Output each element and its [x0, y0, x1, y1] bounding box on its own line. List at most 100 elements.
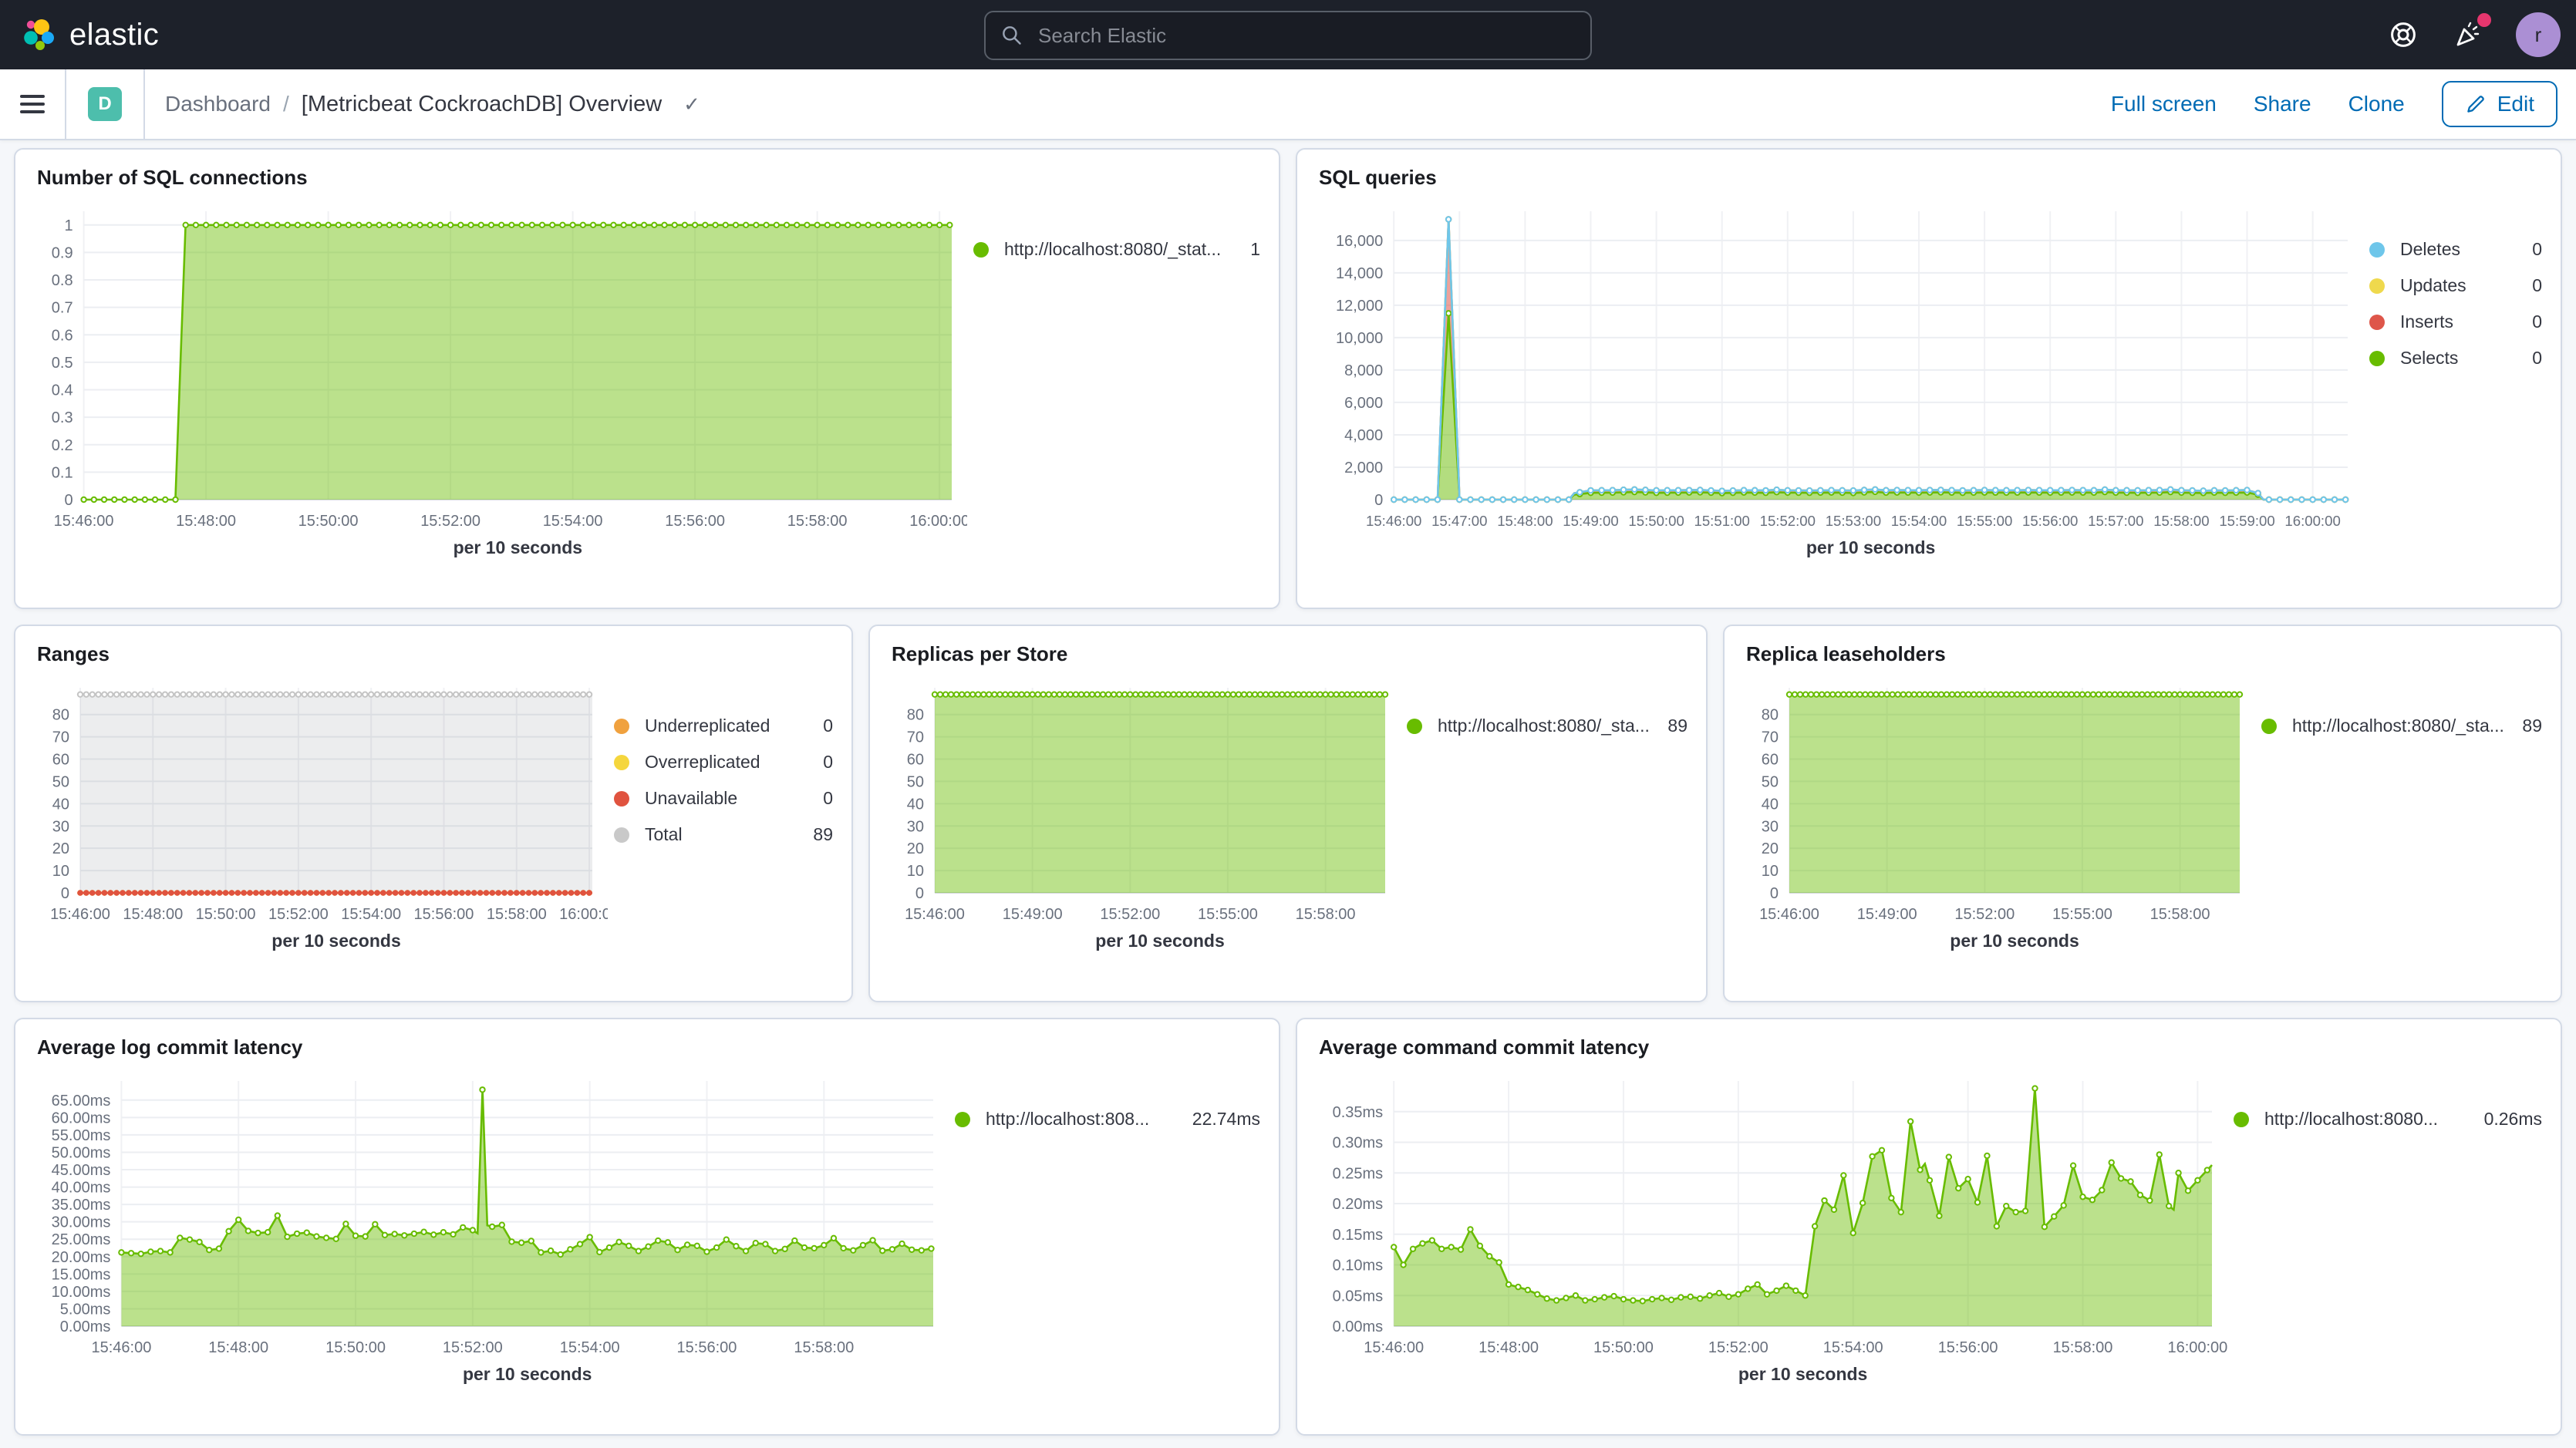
- legend-average-log-commit-latency: http://localhost:808...22.74ms: [949, 1066, 1260, 1422]
- newsfeed-button[interactable]: [2451, 18, 2485, 52]
- legend-item[interactable]: Overreplicated0: [614, 752, 833, 773]
- edit-button-label: Edit: [2497, 92, 2534, 116]
- legend-label: Selects: [2400, 348, 2523, 369]
- edit-button[interactable]: Edit: [2442, 81, 2557, 127]
- global-search[interactable]: [984, 11, 1592, 60]
- svg-text:0.35ms: 0.35ms: [1333, 1104, 1384, 1121]
- breadcrumb: Dashboard / [Metricbeat CockroachDB] Ove…: [145, 92, 700, 117]
- svg-text:65.00ms: 65.00ms: [52, 1093, 111, 1110]
- toolbar-actions: Full screen Share Clone Edit: [2111, 81, 2576, 127]
- legend-item[interactable]: Total89: [614, 824, 833, 845]
- svg-text:15:58:00: 15:58:00: [2150, 906, 2210, 923]
- svg-text:70: 70: [907, 729, 924, 746]
- clone-button[interactable]: Clone: [2348, 92, 2405, 116]
- chart-number-of-sql-connections[interactable]: 00.10.20.30.40.50.60.70.80.9115:46:0015:…: [34, 196, 967, 564]
- search-input[interactable]: [1035, 22, 1590, 49]
- legend-item[interactable]: Selects 0: [2369, 348, 2542, 369]
- legend-item[interactable]: http://localhost:808...22.74ms: [955, 1109, 1260, 1130]
- svg-text:50: 50: [52, 773, 69, 790]
- full-screen-button[interactable]: Full screen: [2111, 92, 2217, 116]
- chart-average-log-commit-latency[interactable]: 0.00ms5.00ms10.00ms15.00ms20.00ms25.00ms…: [34, 1066, 949, 1391]
- legend-label: http://localhost:8080/_stat...: [1004, 239, 1241, 260]
- svg-text:15:58:00: 15:58:00: [487, 906, 547, 923]
- svg-text:per 10 seconds: per 10 seconds: [463, 1364, 592, 1384]
- svg-text:0: 0: [64, 492, 72, 509]
- svg-text:0.20ms: 0.20ms: [1333, 1196, 1384, 1213]
- panel-title: Average command commit latency: [1319, 1035, 2542, 1059]
- elastic-brand[interactable]: elastic: [0, 18, 159, 52]
- title-check-icon[interactable]: ✓: [683, 93, 700, 116]
- svg-text:15:48:00: 15:48:00: [208, 1339, 268, 1356]
- svg-text:15:52:00: 15:52:00: [1100, 906, 1160, 923]
- brand-name: elastic: [69, 18, 159, 52]
- legend-value: 22.74ms: [1192, 1109, 1260, 1130]
- svg-text:0.05ms: 0.05ms: [1333, 1288, 1384, 1305]
- share-button[interactable]: Share: [2254, 92, 2311, 116]
- svg-text:15:50:00: 15:50:00: [196, 906, 256, 923]
- svg-text:0.00ms: 0.00ms: [60, 1318, 111, 1335]
- svg-text:per 10 seconds: per 10 seconds: [1738, 1364, 1867, 1384]
- svg-text:40: 40: [1762, 796, 1779, 813]
- svg-text:20: 20: [907, 840, 924, 857]
- breadcrumb-separator: /: [283, 92, 289, 116]
- panel-number-of-sql-connections: Number of SQL connections 00.10.20.30.40…: [14, 148, 1280, 609]
- chart-sql-queries[interactable]: 02,0004,0006,0008,00010,00012,00014,0001…: [1316, 196, 2363, 564]
- user-avatar[interactable]: r: [2516, 12, 2561, 57]
- svg-text:15:53:00: 15:53:00: [1826, 513, 1881, 529]
- pencil-icon: [2465, 93, 2487, 115]
- legend-label: Updates: [2400, 275, 2523, 296]
- legend-item[interactable]: Updates0: [2369, 275, 2542, 296]
- svg-text:15:54:00: 15:54:00: [341, 906, 401, 923]
- svg-text:0.6: 0.6: [52, 327, 73, 344]
- legend-item[interactable]: Unavailable0: [614, 788, 833, 809]
- panel-ranges: Ranges 0102030405060708015:46:0015:48:00…: [14, 625, 853, 1002]
- panel-average-command-commit-latency: Average command commit latency 0.00ms0.0…: [1296, 1018, 2562, 1436]
- svg-text:30.00ms: 30.00ms: [52, 1214, 111, 1231]
- legend-item[interactable]: http://localhost:8080...0.26ms: [2234, 1109, 2542, 1130]
- svg-text:60.00ms: 60.00ms: [52, 1110, 111, 1126]
- legend-label: Inserts: [2400, 311, 2523, 332]
- legend-value: 1: [1250, 239, 1260, 260]
- svg-text:50: 50: [907, 773, 924, 790]
- chart-replica-leaseholders[interactable]: 0102030405060708015:46:0015:49:0015:52:0…: [1743, 672, 2255, 958]
- legend-value: 89: [1667, 716, 1688, 736]
- svg-text:0: 0: [1374, 492, 1383, 509]
- legend-average-command-commit-latency: http://localhost:8080...0.26ms: [2227, 1066, 2542, 1422]
- chart-ranges[interactable]: 0102030405060708015:46:0015:48:0015:50:0…: [34, 672, 608, 958]
- legend-item[interactable]: Inserts 0: [2369, 311, 2542, 332]
- legend-value: 0: [2532, 348, 2542, 369]
- legend-item[interactable]: http://localhost:8080/_stat... 1: [973, 239, 1260, 260]
- svg-text:80: 80: [1762, 707, 1779, 724]
- legend-item[interactable]: http://localhost:8080/_sta...89: [2261, 716, 2542, 736]
- svg-text:15:48:00: 15:48:00: [176, 513, 236, 530]
- menu-button[interactable]: [0, 69, 65, 139]
- legend-item[interactable]: http://localhost:8080/_sta...89: [1407, 716, 1688, 736]
- svg-text:10: 10: [1762, 863, 1779, 880]
- chart-average-command-commit-latency[interactable]: 0.00ms0.05ms0.10ms0.15ms0.20ms0.25ms0.30…: [1316, 1066, 2227, 1391]
- breadcrumb-dashboard-link[interactable]: Dashboard: [165, 92, 271, 116]
- legend-item[interactable]: Deletes0: [2369, 239, 2542, 260]
- svg-text:25.00ms: 25.00ms: [52, 1231, 111, 1248]
- legend-label: Underreplicated: [645, 716, 814, 736]
- svg-text:16:00:00: 16:00:00: [2284, 513, 2340, 529]
- svg-text:15.00ms: 15.00ms: [52, 1266, 111, 1283]
- legend-swatch: [2261, 719, 2277, 734]
- search-icon: [1001, 25, 1023, 46]
- svg-text:0.10ms: 0.10ms: [1333, 1258, 1384, 1275]
- svg-text:0.30ms: 0.30ms: [1333, 1135, 1384, 1152]
- legend-value: 0: [2532, 311, 2542, 332]
- svg-text:15:52:00: 15:52:00: [443, 1339, 503, 1356]
- svg-text:8,000: 8,000: [1344, 362, 1383, 379]
- svg-text:15:49:00: 15:49:00: [1003, 906, 1063, 923]
- svg-text:15:50:00: 15:50:00: [1593, 1339, 1654, 1356]
- svg-text:15:46:00: 15:46:00: [1759, 906, 1819, 923]
- chart-replicas-per-store[interactable]: 0102030405060708015:46:0015:49:0015:52:0…: [888, 672, 1401, 958]
- svg-text:0.3: 0.3: [52, 409, 73, 426]
- svg-text:15:48:00: 15:48:00: [123, 906, 183, 923]
- svg-text:20.00ms: 20.00ms: [52, 1249, 111, 1266]
- legend-replica-leaseholders: http://localhost:8080/_sta...89: [2255, 672, 2542, 988]
- svg-text:40: 40: [907, 796, 924, 813]
- help-button[interactable]: [2386, 18, 2420, 52]
- legend-item[interactable]: Underreplicated0: [614, 716, 833, 736]
- legend-swatch: [614, 827, 629, 843]
